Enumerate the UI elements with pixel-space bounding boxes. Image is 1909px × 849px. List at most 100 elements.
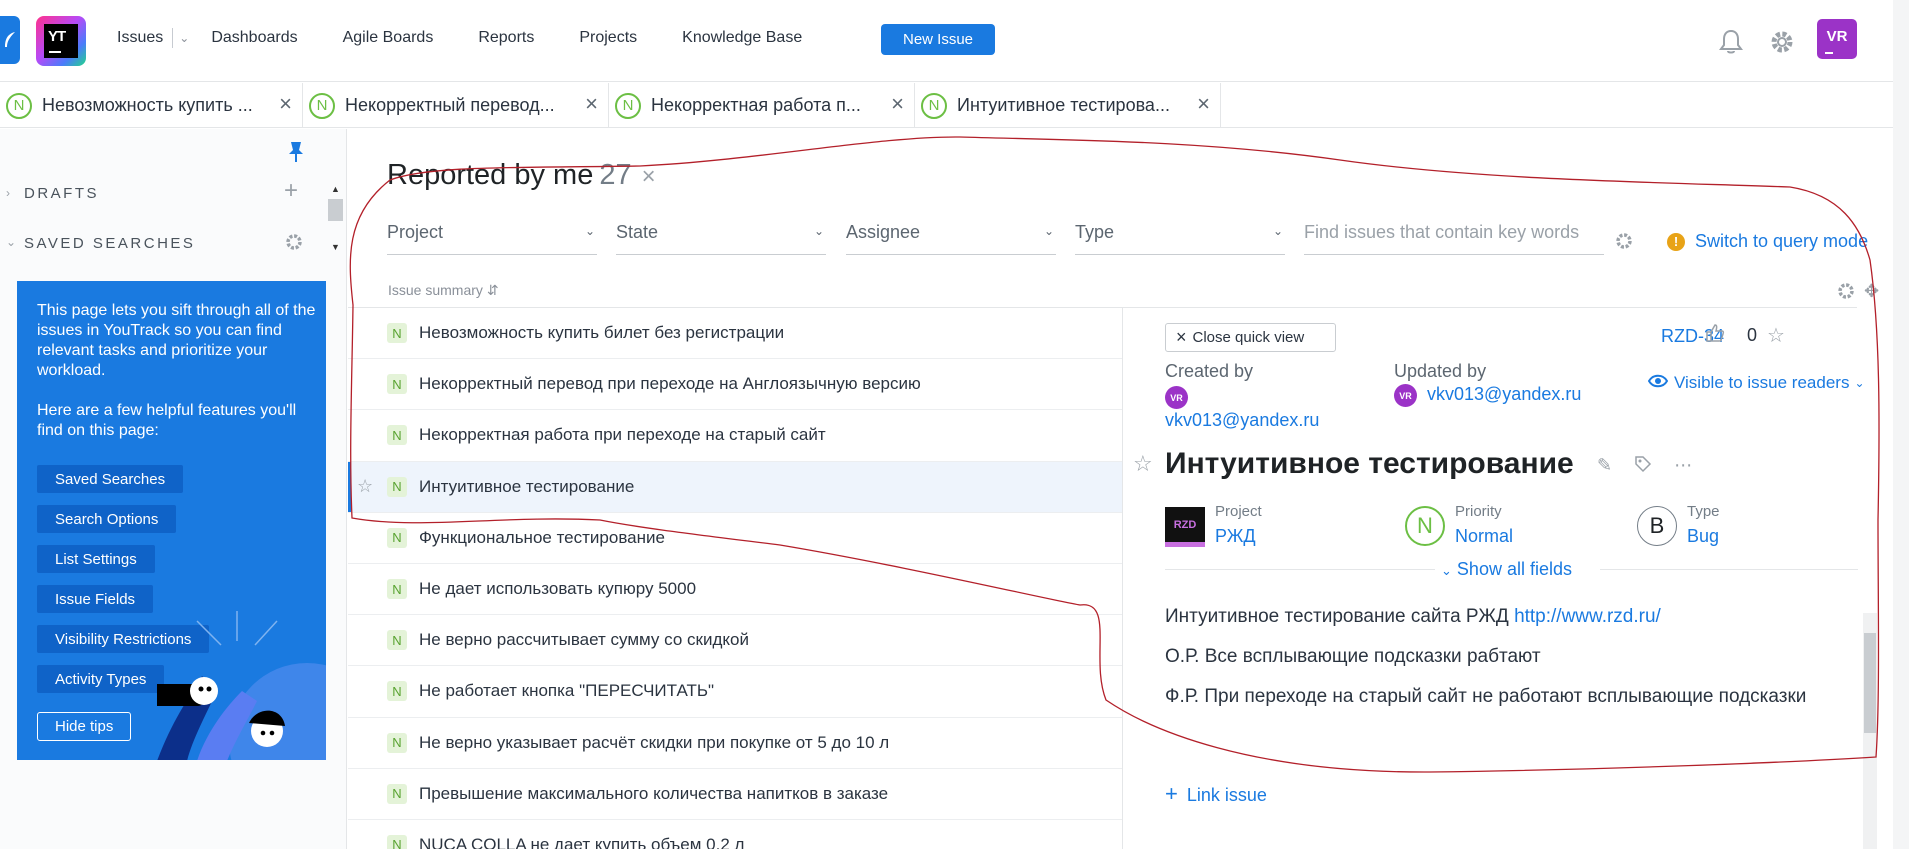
- list-settings-gear-icon[interactable]: [1837, 282, 1855, 305]
- issue-summary[interactable]: Не работает кнопка "ПЕРЕСЧИТАТЬ": [419, 681, 714, 701]
- settings-gear-icon[interactable]: [1769, 29, 1795, 60]
- saved-searches-section[interactable]: SAVED SEARCHES: [24, 235, 195, 252]
- more-icon[interactable]: ⋯: [1674, 455, 1692, 478]
- priority-field-value[interactable]: Normal: [1455, 526, 1513, 547]
- issue-summary[interactable]: NUCA COLLA не дает купить объем 0,2 л: [419, 835, 744, 849]
- keyword-search-input[interactable]: Find issues that contain key words: [1304, 222, 1604, 255]
- search-settings-gear-icon[interactable]: [1615, 232, 1633, 255]
- type-field[interactable]: B Type Bug: [1637, 503, 1837, 553]
- bell-icon[interactable]: [1719, 29, 1743, 60]
- tip-search-options-button[interactable]: Search Options: [37, 505, 177, 533]
- star-icon[interactable]: ☆: [1767, 323, 1785, 348]
- scroll-down-arrow-icon[interactable]: ▼: [331, 242, 340, 252]
- close-icon[interactable]: ×: [585, 91, 598, 117]
- nav-projects[interactable]: Projects: [579, 29, 637, 47]
- issue-list: N Невозможность купить билет без регистра…: [348, 308, 1122, 849]
- feather-icon[interactable]: [0, 16, 20, 64]
- creator-avatar[interactable]: VR: [1165, 386, 1188, 409]
- state-filter[interactable]: State ⌄: [616, 222, 826, 255]
- nav-dashboards[interactable]: Dashboards: [211, 29, 297, 47]
- youtrack-logo[interactable]: YT: [36, 16, 86, 66]
- issue-tab[interactable]: N Некорректная работа п... ×: [609, 83, 915, 128]
- type-filter[interactable]: Type ⌄: [1075, 222, 1285, 255]
- quick-view-scrollbar[interactable]: [1863, 613, 1877, 849]
- chevron-down-icon[interactable]: ⌄: [179, 31, 189, 45]
- list-item[interactable]: N Невозможность купить билет без регистра…: [348, 308, 1122, 360]
- switch-query-mode-link[interactable]: ! Switch to query mode: [1667, 231, 1868, 252]
- issue-summary[interactable]: Не верно рассчитывает сумму со скидкой: [419, 630, 749, 650]
- avatar-initials: VR: [1826, 28, 1848, 45]
- tip-issue-fields-button[interactable]: Issue Fields: [37, 585, 154, 613]
- tips-illustration: [157, 611, 326, 760]
- list-item[interactable]: N Не верно рассчитывает сумму со скидкой: [348, 615, 1122, 667]
- link-issue-button[interactable]: + Link issue: [1165, 781, 1267, 807]
- project-filter[interactable]: Project ⌄: [387, 222, 597, 255]
- scroll-up-arrow-icon[interactable]: ▲: [331, 184, 340, 194]
- list-item[interactable]: N Не верно указывает расчёт скидки при по…: [348, 718, 1122, 769]
- chevron-right-icon[interactable]: ›: [6, 186, 10, 200]
- list-item[interactable]: N Функциональное тестирование: [348, 513, 1122, 564]
- state-badge: N: [387, 323, 407, 344]
- issue-summary[interactable]: Некорректная работа при переходе на стар…: [419, 425, 826, 445]
- priority-field[interactable]: N Priority Normal: [1405, 503, 1605, 553]
- user-avatar[interactable]: VR: [1817, 19, 1857, 59]
- edit-pencil-icon[interactable]: ✎: [1597, 455, 1612, 478]
- list-item[interactable]: N Не дает использовать купюру 5000: [348, 564, 1122, 616]
- clear-search-icon[interactable]: ×: [642, 163, 656, 190]
- show-all-fields-link[interactable]: ⌄ Show all fields: [1435, 559, 1578, 580]
- list-item[interactable]: N Не работает кнопка "ПЕРЕСЧИТАТЬ": [348, 666, 1122, 718]
- creator-link[interactable]: vkv013@yandex.ru: [1165, 410, 1319, 431]
- description-line: О.Р. Все всплывающие подсказки рабтают: [1165, 646, 1541, 667]
- description-link[interactable]: http://www.rzd.ru/: [1514, 606, 1661, 627]
- close-icon[interactable]: ×: [1197, 91, 1210, 117]
- hide-tips-button[interactable]: Hide tips: [37, 712, 132, 741]
- drafts-section[interactable]: DRAFTS: [24, 185, 99, 202]
- new-issue-button[interactable]: New Issue: [881, 24, 995, 55]
- issue-tab[interactable]: N Некорректный перевод... ×: [303, 83, 609, 128]
- nav-reports[interactable]: Reports: [478, 29, 534, 47]
- add-draft-icon[interactable]: +: [284, 177, 298, 205]
- chevron-down-icon[interactable]: ⌄: [6, 235, 16, 249]
- close-icon[interactable]: ×: [279, 91, 292, 117]
- nav-issues[interactable]: Issues ⌄: [117, 28, 189, 48]
- visibility-dropdown[interactable]: Visible to issue readers ⌄: [1647, 373, 1865, 393]
- scrollbar-thumb[interactable]: [328, 199, 343, 221]
- issue-summary[interactable]: Не дает использовать купюру 5000: [419, 579, 696, 599]
- issue-summary[interactable]: Функциональное тестирование: [419, 528, 665, 548]
- search-title[interactable]: Reported by me: [387, 159, 593, 191]
- issue-tab[interactable]: N Невозможность купить ... ×: [0, 83, 303, 128]
- nav-knowledge-base[interactable]: Knowledge Base: [682, 29, 802, 47]
- issue-summary[interactable]: Интуитивное тестирование: [419, 477, 634, 497]
- star-icon[interactable]: ☆: [1133, 451, 1153, 477]
- tag-icon[interactable]: [1634, 455, 1652, 478]
- pin-icon[interactable]: [288, 141, 304, 168]
- tip-activity-types-button[interactable]: Activity Types: [37, 665, 165, 693]
- page-scrollbar[interactable]: [1893, 0, 1909, 849]
- star-icon[interactable]: ☆: [357, 476, 373, 497]
- nav-agile-boards[interactable]: Agile Boards: [343, 29, 434, 47]
- issue-summary[interactable]: Некорректный перевод при переходе на Анг…: [419, 374, 921, 394]
- tip-saved-searches-button[interactable]: Saved Searches: [37, 465, 184, 493]
- project-field[interactable]: RZD Project РЖД: [1165, 503, 1365, 553]
- tip-list-settings-button[interactable]: List Settings: [37, 545, 155, 573]
- list-item[interactable]: N Некорректная работа при переходе на ста…: [348, 410, 1122, 462]
- issue-summary[interactable]: Не верно указывает расчёт скидки при пок…: [419, 733, 889, 753]
- issue-summary-sort-header[interactable]: Issue summary ⇵: [388, 282, 499, 299]
- issue-summary[interactable]: Невозможность купить билет без регистрац…: [419, 323, 784, 343]
- gear-icon[interactable]: [285, 233, 303, 256]
- project-field-value[interactable]: РЖД: [1215, 526, 1256, 547]
- issue-tab[interactable]: N Интуитивное тестирова... ×: [915, 83, 1221, 128]
- expand-icon[interactable]: ✥: [1864, 281, 1879, 302]
- list-item[interactable]: N Превышение максимального количества нап…: [348, 769, 1122, 820]
- updater-link[interactable]: vkv013@yandex.ru: [1427, 384, 1581, 405]
- updater-avatar[interactable]: VR: [1394, 384, 1417, 407]
- list-item[interactable]: N NUCA COLLA не дает купить объем 0,2 л: [348, 820, 1122, 849]
- close-quick-view-button[interactable]: × Close quick view: [1165, 323, 1336, 352]
- issue-summary[interactable]: Превышение максимального количества напи…: [419, 784, 888, 804]
- close-icon[interactable]: ×: [891, 91, 904, 117]
- list-item[interactable]: N Некорректный перевод при переходе на Ан…: [348, 359, 1122, 411]
- list-item-selected[interactable]: ☆ N Интуитивное тестирование: [348, 461, 1122, 513]
- thumbs-up-icon[interactable]: [1705, 323, 1725, 348]
- type-field-value[interactable]: Bug: [1687, 526, 1719, 547]
- assignee-filter[interactable]: Assignee ⌄: [846, 222, 1056, 255]
